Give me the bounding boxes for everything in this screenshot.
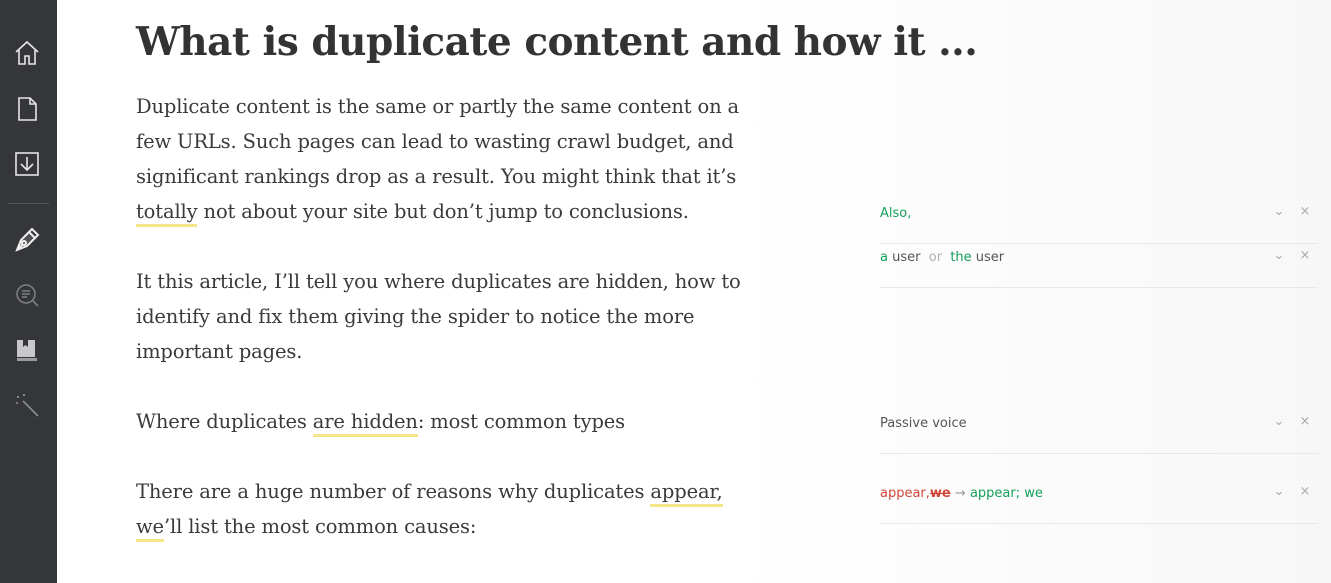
pen-icon[interactable] [13,226,41,254]
book-icon[interactable] [13,336,41,364]
suggestion-option-a: a [880,250,888,265]
paragraph-1[interactable]: Duplicate content is the same or partly … [136,89,756,229]
close-icon[interactable]: × [1298,248,1312,263]
paragraph-2[interactable]: It this article, I’ll tell you where dup… [136,264,756,369]
suggestion-card-article[interactable]: a user or the user ⌄ × [880,244,1318,288]
paragraph-4[interactable]: There are a huge number of reasons why d… [136,474,756,544]
chevron-down-icon[interactable]: ⌄ [1272,414,1286,429]
flagged-word-we[interactable]: we [136,515,164,542]
chevron-down-icon[interactable]: ⌄ [1272,204,1286,219]
suggestion-text: Also, [880,206,912,221]
close-icon[interactable]: × [1298,484,1312,499]
suggestion-option-the: the [950,250,972,265]
home-icon[interactable] [13,39,41,67]
flagged-word-totally[interactable]: totally [136,200,198,227]
search-doc-icon[interactable] [13,281,41,309]
document-icon[interactable] [13,95,41,123]
suggestion-new-text: appear; we [969,486,1043,501]
chevron-down-icon[interactable]: ⌄ [1272,484,1286,499]
suggestion-old-text: appear, [880,486,930,501]
suggestion-text: Passive voice [880,416,967,431]
sidebar-divider [8,203,49,204]
chevron-down-icon[interactable]: ⌄ [1272,248,1286,263]
suggestion-card-also[interactable]: Also, ⌄ × [880,200,1318,244]
close-icon[interactable]: × [1298,414,1312,429]
suggestion-card-passive-voice[interactable]: Passive voice ⌄ × [880,410,1318,454]
sidebar [0,0,57,583]
flagged-phrase-are-hidden[interactable]: are hidden [312,410,418,437]
close-icon[interactable]: × [1298,204,1312,219]
magic-wand-icon[interactable] [13,391,41,419]
arrow-right-icon: → [954,486,966,501]
download-icon[interactable] [13,150,41,178]
document-title[interactable]: What is duplicate content and how it ... [136,18,978,66]
suggestion-card-punctuation[interactable]: appear,we → appear; we ⌄ × [880,480,1318,524]
suggestion-old-we: we [929,486,951,501]
flagged-word-appear[interactable]: appear, [650,480,723,507]
paragraph-3[interactable]: Where duplicates are hidden: most common… [136,404,756,439]
